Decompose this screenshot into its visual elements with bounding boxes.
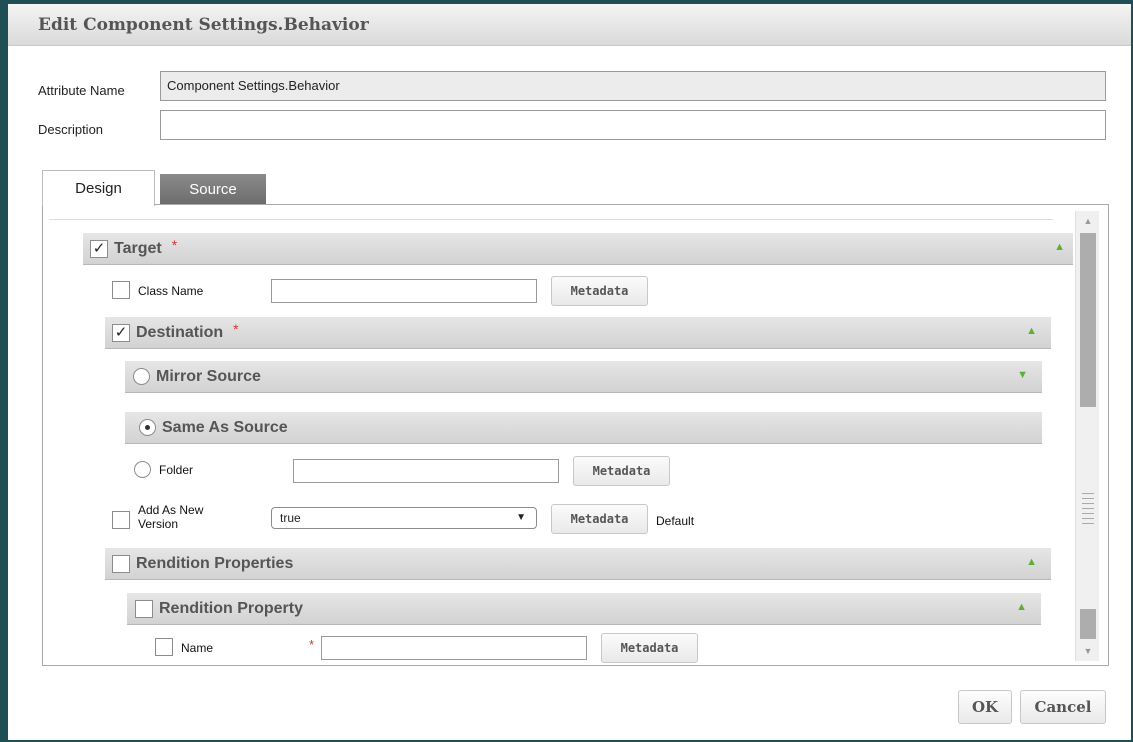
description-input[interactable] [160, 110, 1106, 140]
target-required-marker: * [171, 236, 178, 253]
attribute-name-field: Component Settings.Behavior [160, 71, 1106, 101]
add-as-new-version-label: Add As New Version [138, 503, 203, 531]
tab-source[interactable]: Source [160, 174, 266, 205]
add-as-new-version-label-line1: Add As New [138, 503, 204, 517]
add-as-new-version-select-value: true [280, 511, 301, 525]
scrollbar-grip-icon[interactable] [1082, 489, 1094, 525]
rendition-property-collapse-icon[interactable]: ▲ [1016, 601, 1027, 613]
class-name-label: Class Name [138, 284, 204, 298]
name-checkbox[interactable] [155, 638, 173, 656]
cancel-button[interactable]: Cancel [1020, 690, 1106, 724]
section-target[interactable]: ✓ Target * ▲ [83, 233, 1073, 265]
scroll-down-icon[interactable]: ▼ [1076, 641, 1100, 661]
dialog-title: Edit Component Settings.Behavior [38, 15, 369, 35]
target-title: Target [114, 239, 162, 257]
vertical-scrollbar[interactable]: ▲ ▼ [1075, 211, 1099, 661]
divider [49, 219, 1053, 220]
rendition-property-title: Rendition Property [159, 599, 304, 617]
dialog-title-bar[interactable]: Edit Component Settings.Behavior [8, 4, 1131, 46]
rendition-properties-checkbox[interactable] [112, 554, 130, 573]
add-as-new-version-checkbox[interactable] [112, 511, 130, 529]
rendition-properties-collapse-icon[interactable]: ▲ [1026, 556, 1037, 568]
section-same-as-source[interactable]: Same As Source [125, 412, 1042, 444]
destination-collapse-icon[interactable]: ▲ [1026, 325, 1037, 337]
destination-required-marker: * [233, 320, 239, 337]
folder-metadata-button[interactable]: Metadata [573, 456, 670, 486]
name-input[interactable] [321, 636, 587, 660]
rendition-properties-title: Rendition Properties [136, 554, 294, 572]
tab-design[interactable]: Design [42, 170, 155, 206]
tab-design-label: Design [75, 180, 122, 197]
mirror-source-radio[interactable] [133, 368, 150, 385]
mirror-source-expand-icon[interactable]: ▼ [1017, 369, 1028, 381]
add-as-new-version-label-line2: Version [138, 517, 179, 531]
destination-title: Destination [136, 323, 224, 341]
scroll-up-icon[interactable]: ▲ [1076, 211, 1100, 231]
ok-button[interactable]: OK [958, 690, 1012, 724]
class-name-input[interactable] [271, 279, 537, 303]
class-name-metadata-button[interactable]: Metadata [551, 276, 648, 306]
same-as-source-radio[interactable] [139, 419, 156, 436]
same-as-source-title: Same As Source [162, 418, 288, 436]
name-metadata-button[interactable]: Metadata [601, 633, 698, 663]
tab-source-label: Source [189, 181, 237, 198]
target-checkbox[interactable]: ✓ [90, 239, 108, 258]
rendition-property-checkbox[interactable] [135, 599, 153, 618]
name-required-marker: * [309, 637, 315, 652]
folder-input[interactable] [293, 459, 559, 483]
class-name-checkbox[interactable] [112, 281, 130, 299]
add-as-new-version-select[interactable]: true ▼ [271, 507, 537, 529]
chevron-down-icon: ▼ [516, 512, 526, 523]
design-scroll-area[interactable]: ✓ Target * ▲ Class Name Metadata ✓ Desti… [43, 205, 1073, 665]
add-as-new-version-metadata-button[interactable]: Metadata [551, 504, 648, 534]
folder-label: Folder [159, 463, 194, 477]
target-collapse-icon[interactable]: ▲ [1054, 241, 1065, 253]
section-rendition-properties[interactable]: Rendition Properties ▲ [105, 548, 1051, 580]
mirror-source-title: Mirror Source [156, 367, 261, 385]
design-panel: ✓ Target * ▲ Class Name Metadata ✓ Desti… [42, 204, 1109, 666]
section-rendition-property[interactable]: Rendition Property ▲ [127, 593, 1041, 625]
scrollbar-thumb-upper[interactable] [1080, 233, 1096, 407]
section-mirror-source[interactable]: Mirror Source ▼ [125, 361, 1042, 393]
folder-radio[interactable] [134, 461, 151, 478]
name-label: Name [181, 641, 214, 655]
section-destination[interactable]: ✓ Destination * ▲ [105, 317, 1051, 349]
edit-dialog: Edit Component Settings.Behavior Attribu… [0, 0, 1133, 742]
scrollbar-thumb-lower[interactable] [1080, 609, 1096, 639]
description-label: Description [38, 122, 104, 137]
destination-checkbox[interactable]: ✓ [112, 323, 130, 342]
add-as-new-version-default-note: Default [656, 514, 695, 528]
attribute-name-label: Attribute Name [38, 83, 125, 98]
